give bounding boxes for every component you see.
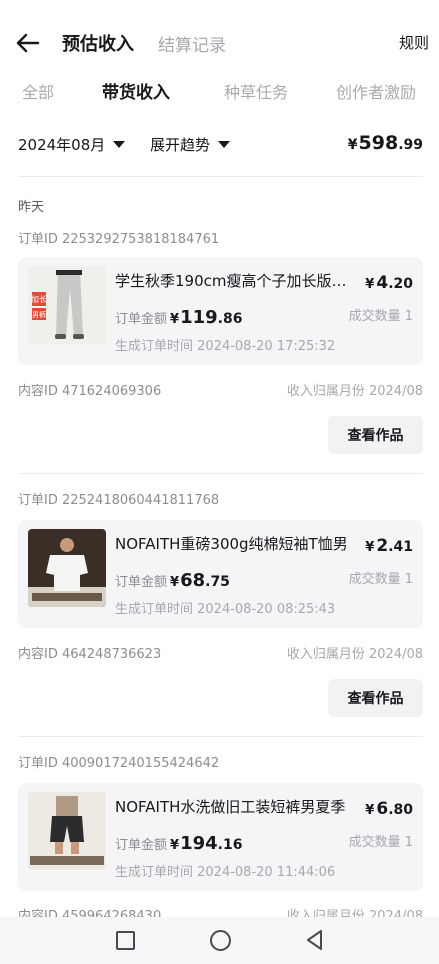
product-title: NOFAITH重磅300g纯棉短袖T恤男	[115, 535, 348, 553]
order-amount-label: 订单金额	[115, 575, 168, 590]
commission-price: ¥6.80	[365, 799, 413, 819]
tab-estimated-income[interactable]: 预估收入	[62, 30, 134, 56]
order-card[interactable]: NOFAITH水洗做旧工装短裤男夏季 ¥6.80 订单金额 ¥194.16 成交…	[18, 783, 423, 891]
deal-quantity: 成交数量 1	[348, 835, 413, 850]
caret-down-icon	[218, 141, 231, 148]
content-id: 内容ID 464248736623	[18, 647, 162, 662]
day-label: 昨天	[18, 200, 45, 215]
order-amount-value: ¥194.16	[170, 833, 243, 854]
product-thumbnail	[28, 792, 106, 870]
order-id: 订单ID 2253292753818184761	[18, 232, 220, 247]
order-card[interactable]: NOFAITH重磅300g纯棉短袖T恤男 ¥2.41 订单金额 ¥68.75 成…	[18, 520, 423, 628]
thumb-tag-long: 加长	[31, 294, 47, 304]
income-month: 收入归属月份 2024/08	[286, 647, 423, 662]
currency-symbol: ¥	[347, 137, 358, 153]
order-amount-value: ¥119.86	[170, 307, 243, 328]
order-amount-label: 订单金额	[115, 312, 168, 327]
trend-toggle[interactable]: 展开趋势	[150, 134, 231, 155]
trend-label: 展开趋势	[150, 136, 211, 154]
system-nav-bar	[0, 917, 439, 964]
view-work-button[interactable]: 查看作品	[328, 679, 423, 717]
income-month: 收入归属月份 2024/08	[286, 384, 423, 399]
order-amount-value: ¥68.75	[170, 570, 230, 591]
order-id: 订单ID 2252418060441811768	[18, 493, 220, 508]
commission-price: ¥2.41	[365, 536, 413, 556]
order-amount: 订单金额 ¥119.86	[115, 307, 242, 328]
order-amount-label: 订单金额	[115, 838, 168, 853]
order-id: 订单ID 4009017240155424642	[18, 756, 220, 771]
caret-down-icon	[113, 141, 126, 148]
tab-seeding-tasks[interactable]: 种草任务	[224, 79, 288, 103]
total-income: ¥ 598 .99	[348, 132, 423, 154]
recent-apps-icon[interactable]	[116, 931, 135, 950]
tab-settlement-records[interactable]: 结算记录	[158, 31, 226, 56]
order-card[interactable]: 加长 男裤 学生秋季190cm瘦高个子加长版运动裤 ¥4.20 订单金额 ¥11…	[18, 257, 423, 365]
product-thumbnail	[28, 529, 106, 607]
tab-creator-incentive[interactable]: 创作者激励	[336, 79, 416, 103]
product-thumbnail: 加长 男裤	[28, 266, 106, 344]
divider	[18, 176, 423, 177]
rules-link[interactable]: 规则	[399, 32, 429, 53]
tab-sales-income[interactable]: 带货收入	[102, 78, 170, 103]
deal-quantity: 成交数量 1	[348, 309, 413, 324]
back-triangle-icon[interactable]	[305, 929, 325, 951]
home-icon[interactable]	[210, 930, 231, 951]
divider	[18, 473, 423, 474]
total-integer: 598	[358, 132, 399, 154]
month-selector[interactable]: 2024年08月	[18, 134, 126, 155]
product-title: NOFAITH水洗做旧工装短裤男夏季	[115, 798, 346, 816]
product-title: 学生秋季190cm瘦高个子加长版运动裤	[115, 272, 355, 290]
content-id: 内容ID 471624069306	[18, 384, 162, 399]
order-time: 生成订单时间 2024-08-20 08:25:43	[115, 602, 336, 617]
order-time: 生成订单时间 2024-08-20 17:25:32	[115, 339, 336, 354]
divider	[18, 736, 423, 737]
order-amount: 订单金额 ¥194.16	[115, 833, 242, 854]
total-decimal: .99	[398, 137, 423, 153]
deal-quantity: 成交数量 1	[348, 572, 413, 587]
commission-price: ¥4.20	[365, 273, 413, 293]
order-amount: 订单金额 ¥68.75	[115, 570, 230, 591]
thumb-tag-mens: 男裤	[32, 310, 46, 319]
month-label: 2024年08月	[18, 136, 106, 154]
back-arrow-icon[interactable]	[14, 30, 42, 56]
order-time: 生成订单时间 2024-08-20 11:44:06	[115, 865, 336, 880]
view-work-button[interactable]: 查看作品	[328, 416, 423, 454]
tab-all[interactable]: 全部	[22, 79, 54, 103]
